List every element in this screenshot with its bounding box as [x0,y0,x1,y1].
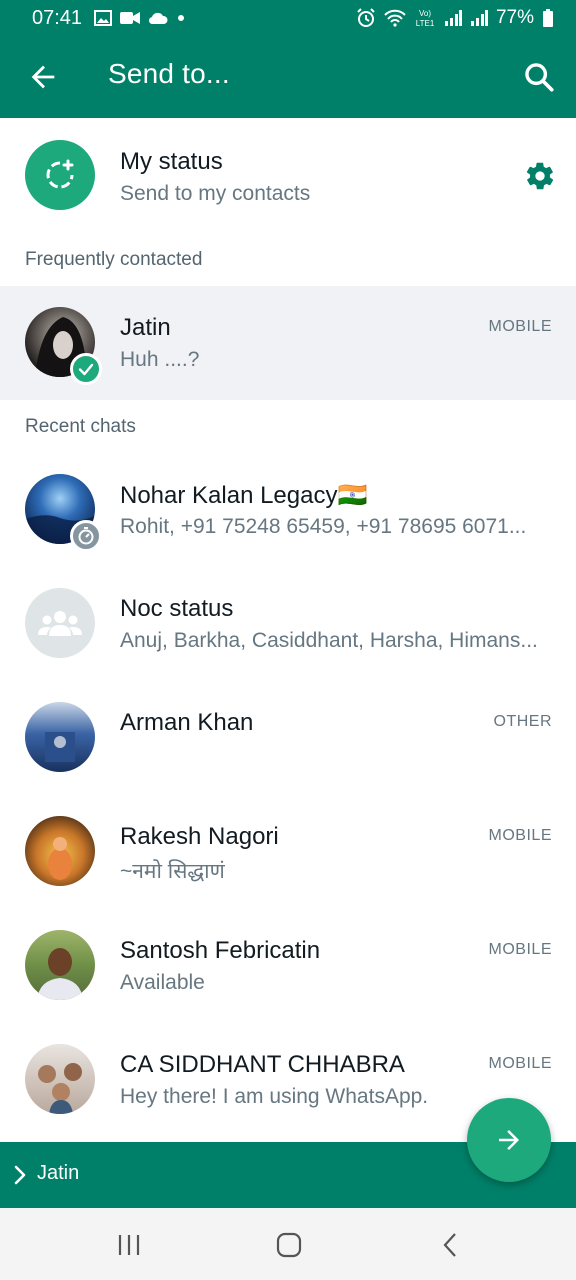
avatar [25,702,95,772]
group-icon [38,611,82,636]
chat-row-santosh-febricatin[interactable]: Santosh Febricatin Available MOBILE [0,909,576,1023]
signal-icon-1 [444,10,462,26]
avatar [25,1044,95,1114]
status-time: 07:41 [32,6,83,29]
wifi-icon [384,9,406,27]
chat-name: Rakesh Nagori [120,823,279,850]
selected-contact-name[interactable]: Jatin [37,1162,79,1185]
my-status-title: My status [120,148,223,175]
disappearing-timer-icon [70,520,102,552]
signal-icon-2 [470,10,488,26]
chat-row-noc-status[interactable]: Noc status Anuj, Barkha, Casiddhant, Har… [0,567,576,681]
chevron-right-icon [14,1165,26,1185]
back-arrow-icon[interactable] [26,60,60,94]
contact-type-tag: MOBILE [488,941,552,958]
chat-row-rakesh-nagori[interactable]: Rakesh Nagori ~नमो सिद्धाणं MOBILE [0,795,576,909]
app-bar: Send to... [0,36,576,118]
alarm-icon [357,8,375,27]
contact-name: Jatin [120,314,171,341]
contact-type-tag: MOBILE [488,318,552,335]
contact-type-tag: MOBILE [488,1055,552,1072]
chat-name: Arman Khan [120,709,254,736]
contact-type-tag: MOBILE [488,827,552,844]
chat-row-nohar-kalan-legacy[interactable]: Nohar Kalan Legacy🇮🇳 Rohit, +91 75248 65… [0,453,576,567]
dot-icon [178,15,185,21]
chat-subtitle: Anuj, Barkha, Casiddhant, Harsha, Himans… [120,629,538,652]
svg-text:LTE1: LTE1 [416,19,435,28]
my-status-subtitle: Send to my contacts [120,182,311,205]
section-label-frequent: Frequently contacted [25,249,203,270]
my-status-row[interactable]: My status Send to my contacts [0,118,576,232]
selected-check-icon [70,353,102,385]
chat-name: CA SIDDHANT CHHABRA [120,1051,405,1078]
send-button[interactable] [467,1098,551,1182]
section-label-recent: Recent chats [25,416,136,437]
volte-icon: Vo)LTE1 [416,9,435,28]
chat-subtitle: Rohit, +91 75248 65459, +91 78695 6071..… [120,515,527,538]
avatar [25,816,95,886]
gallery-icon [94,10,113,26]
chat-name: Noc status [120,595,234,622]
chat-row-arman-khan[interactable]: Arman Khan OTHER [0,681,576,795]
battery-icon [543,9,553,27]
my-status-avatar [25,140,95,210]
system-nav-bar [0,1208,576,1280]
avatar [25,930,95,1000]
chat-subtitle: Hey there! I am using WhatsApp. [120,1085,429,1108]
gear-icon[interactable] [524,160,556,192]
battery-percent: 77% [495,7,534,28]
system-back-icon[interactable] [436,1230,466,1260]
page-title: Send to... [108,58,230,89]
chat-name: Nohar Kalan Legacy🇮🇳 [120,482,368,509]
cloud-icon [149,12,168,25]
group-avatar [25,588,95,658]
contact-type-tag: OTHER [493,713,552,730]
contact-row-jatin[interactable]: Jatin Huh ....? MOBILE [0,286,576,400]
status-bar: 07:41 Vo) LTE1 77% [0,0,576,36]
arrow-right-icon [499,1130,519,1150]
chat-subtitle: ~नमो सिद्धाणं [120,860,225,883]
recent-apps-icon[interactable] [114,1230,144,1260]
chat-name: Santosh Febricatin [120,937,321,964]
chat-subtitle: Available [120,971,205,994]
contact-subtitle: Huh ....? [120,348,200,371]
add-status-icon [46,159,74,189]
search-icon[interactable] [522,60,556,94]
svg-text:Vo): Vo) [419,9,431,18]
video-icon [120,12,141,24]
home-icon[interactable] [274,1230,304,1260]
